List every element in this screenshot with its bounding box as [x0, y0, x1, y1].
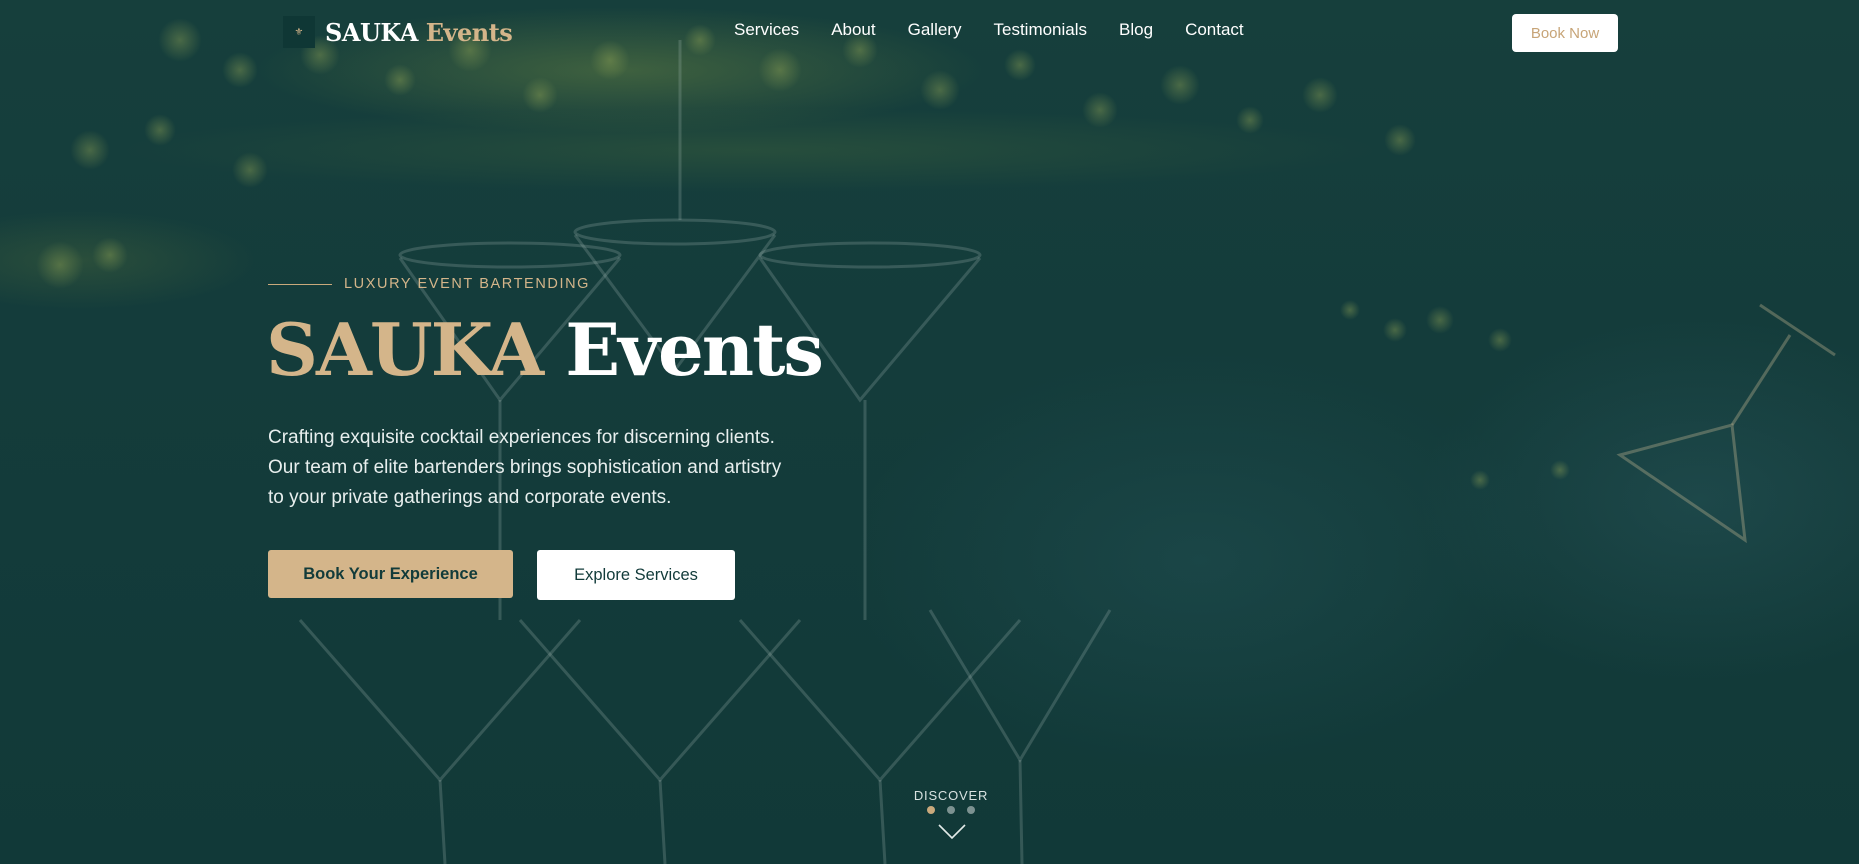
bokeh-light — [144, 114, 176, 146]
headline-accent: SAUKA — [266, 307, 544, 392]
bokeh-light — [70, 130, 110, 170]
site-header: ⚜ SAUKA Events Services About Gallery Te… — [0, 0, 1859, 66]
main-nav: Services About Gallery Testimonials Blog… — [734, 20, 1244, 40]
nav-link-contact[interactable]: Contact — [1185, 20, 1244, 40]
discover-indicator[interactable]: DISCOVER — [900, 788, 1002, 840]
nav-link-services[interactable]: Services — [734, 20, 799, 40]
hero-description: Crafting exquisite cocktail experiences … — [268, 423, 868, 513]
slide-dot[interactable] — [927, 806, 935, 814]
nav-link-gallery[interactable]: Gallery — [908, 20, 962, 40]
bokeh-light — [1340, 300, 1360, 320]
description-line: Crafting exquisite cocktail experiences … — [268, 427, 775, 448]
slide-dots — [900, 806, 1002, 814]
slide-dot[interactable] — [947, 806, 955, 814]
bokeh-light — [1488, 328, 1512, 352]
bokeh-light — [1550, 460, 1570, 480]
hero-headline: SAUKA Events — [266, 307, 824, 392]
chevron-down-icon[interactable] — [938, 824, 966, 840]
bokeh-light — [1302, 77, 1338, 113]
bokeh-light — [522, 77, 558, 113]
decorative-triangle — [1616, 303, 1836, 544]
description-line: Our team of elite bartenders brings soph… — [268, 457, 782, 478]
logo-text: SAUKA Events — [325, 17, 513, 47]
slide-dot[interactable] — [967, 806, 975, 814]
bokeh-light — [1384, 124, 1416, 156]
explore-services-button[interactable]: Explore Services — [537, 550, 735, 600]
bokeh-light — [232, 152, 268, 188]
bokeh-light — [1426, 306, 1454, 334]
book-experience-button[interactable]: Book Your Experience — [268, 550, 513, 598]
discover-label: DISCOVER — [913, 788, 989, 803]
bokeh-light — [1383, 318, 1407, 342]
nav-link-blog[interactable]: Blog — [1119, 20, 1153, 40]
logo-name-accent: Events — [425, 17, 513, 47]
hero-eyebrow: LUXURY EVENT BARTENDING — [268, 276, 590, 292]
eyebrow-text: LUXURY EVENT BARTENDING — [344, 276, 591, 292]
bokeh-light — [1160, 65, 1200, 105]
bokeh-light — [1082, 92, 1118, 128]
bokeh-light — [1236, 106, 1264, 134]
bokeh-light — [36, 241, 84, 289]
logo[interactable]: ⚜ SAUKA Events — [283, 16, 513, 48]
description-line: to your private gatherings and corporate… — [268, 487, 672, 508]
logo-mark-icon: ⚜ — [283, 16, 315, 48]
headline-main: Events — [565, 307, 824, 392]
bokeh-light — [920, 70, 960, 110]
nav-link-testimonials[interactable]: Testimonials — [993, 20, 1087, 40]
nav-link-about[interactable]: About — [831, 20, 875, 40]
bokeh-light — [384, 64, 416, 96]
bokeh-light — [92, 237, 128, 273]
bokeh-light — [1470, 470, 1490, 490]
eyebrow-divider — [268, 283, 332, 285]
logo-name-main: SAUKA — [325, 17, 418, 47]
book-now-button[interactable]: Book Now — [1512, 14, 1618, 52]
